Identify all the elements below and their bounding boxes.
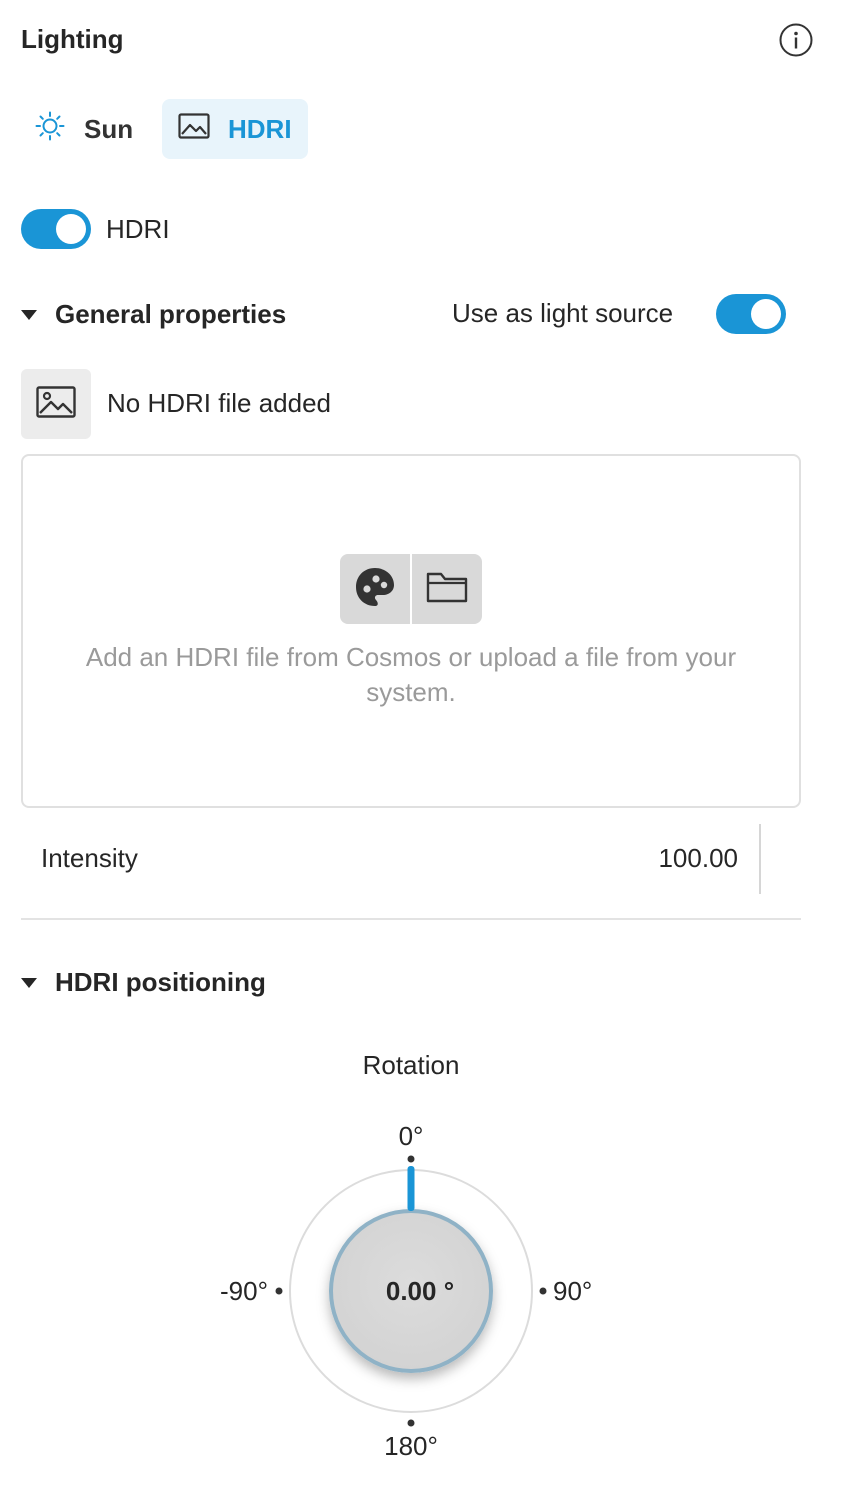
file-source-buttons xyxy=(340,554,482,624)
upload-folder-button[interactable] xyxy=(412,554,482,624)
toggle-knob xyxy=(56,214,86,244)
general-properties-title: General properties xyxy=(55,299,287,329)
rotation-dial[interactable]: 0° 180° -90° 90° 0.00 ° xyxy=(195,1115,625,1475)
tab-sun[interactable]: Sun xyxy=(18,99,149,159)
rotation-value: 0.00 ° xyxy=(386,1276,454,1306)
folder-icon xyxy=(425,569,469,610)
panel-title: Lighting xyxy=(21,24,124,54)
dial-label-right: 90° xyxy=(553,1276,592,1306)
light-source-toggle[interactable] xyxy=(716,294,786,334)
tab-hdri-label: HDRI xyxy=(228,113,292,144)
caret-down-icon xyxy=(21,977,37,988)
dial-label-left: -90° xyxy=(220,1276,268,1306)
dial-label-bottom: 180° xyxy=(384,1431,438,1461)
hdri-file-thumbnail xyxy=(21,369,91,439)
rotation-label: Rotation xyxy=(362,1050,460,1080)
sun-icon xyxy=(34,110,66,149)
image-icon xyxy=(36,385,76,423)
hdri-positioning-title: HDRI positioning xyxy=(55,967,266,997)
general-properties-header[interactable]: General properties xyxy=(21,299,286,330)
intensity-label: Intensity xyxy=(41,843,138,873)
divider xyxy=(759,824,761,894)
light-source-label: Use as light source xyxy=(452,298,674,328)
file-status: No HDRI file added xyxy=(107,388,331,418)
cosmos-palette-icon xyxy=(353,565,397,614)
tab-sun-label: Sun xyxy=(84,113,134,144)
info-icon[interactable] xyxy=(778,22,814,58)
dial-tick-right xyxy=(539,1287,547,1295)
toggle-knob xyxy=(751,299,781,329)
hdri-toggle-label: HDRI xyxy=(106,214,170,244)
dropzone-hint: Add an HDRI file from Cosmos or upload a… xyxy=(85,642,737,707)
caret-down-icon xyxy=(21,309,37,320)
tab-hdri[interactable]: HDRI xyxy=(162,99,308,159)
hdri-positioning-header[interactable]: HDRI positioning xyxy=(21,967,266,998)
dial-label-top: 0° xyxy=(399,1121,424,1151)
hdri-toggle[interactable] xyxy=(21,209,91,249)
cosmos-button[interactable] xyxy=(340,554,410,624)
image-icon xyxy=(178,112,210,146)
dial-tick-top xyxy=(407,1155,415,1163)
dial-tick-bottom xyxy=(407,1419,415,1427)
dial-indicator xyxy=(407,1166,415,1211)
hdri-dropzone[interactable] xyxy=(21,454,801,808)
intensity-input[interactable]: 100.00 xyxy=(600,843,738,874)
section-divider xyxy=(21,918,801,920)
dial-tick-left xyxy=(275,1287,283,1295)
